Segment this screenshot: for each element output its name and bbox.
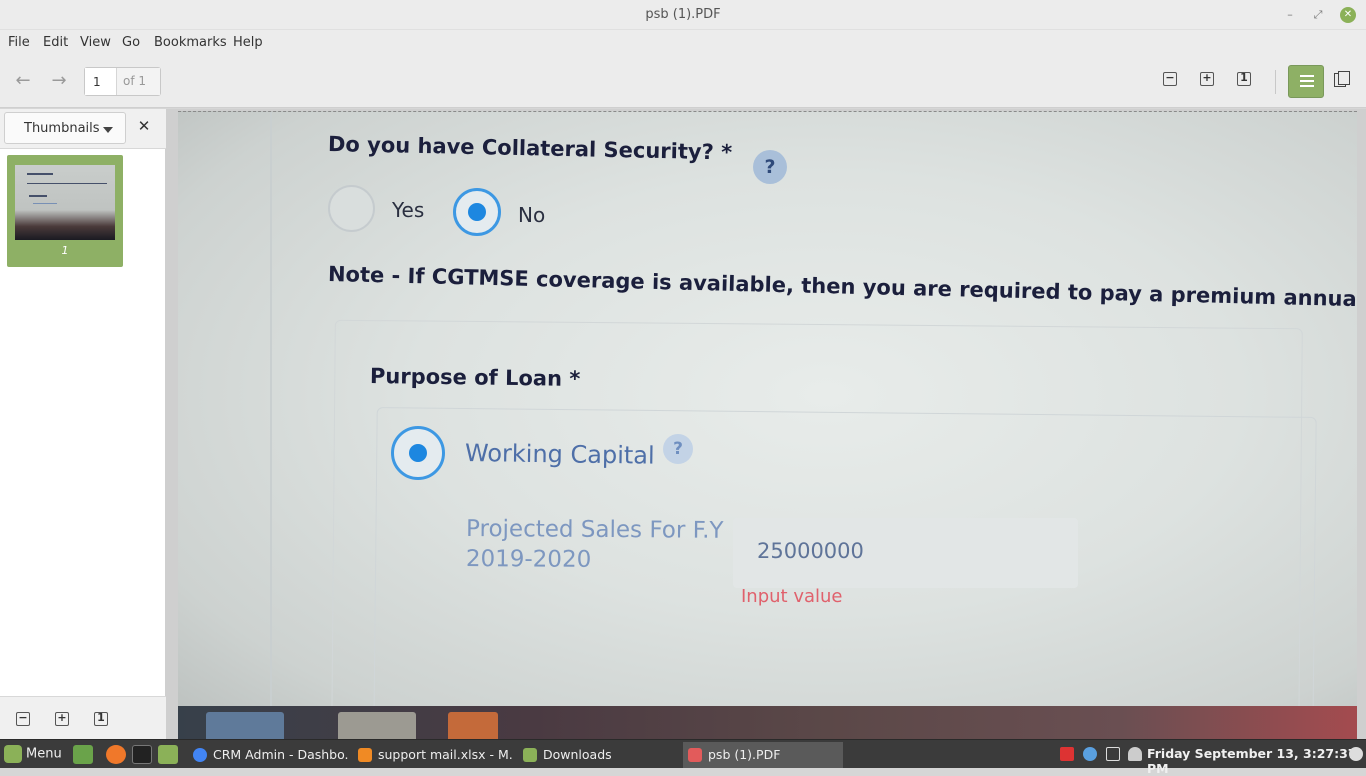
maximize-button[interactable]: ⤢ <box>1310 7 1326 23</box>
sidebar-view-select[interactable]: Thumbnails <box>4 112 126 144</box>
sidebar-footer: − + 1 <box>0 696 166 739</box>
start-menu-label: Menu <box>26 746 62 762</box>
thumbnail-zoom-in-icon[interactable]: + <box>55 712 69 726</box>
skype-icon[interactable] <box>1083 747 1097 761</box>
radio-yes-label: Yes <box>392 198 425 222</box>
dual-page-icon[interactable] <box>1334 71 1352 89</box>
radio-yes <box>328 185 375 232</box>
window-title: psb (1).PDF <box>645 7 721 22</box>
firefox-icon <box>358 748 372 762</box>
photo-folder-icon <box>338 712 416 739</box>
mint-logo-icon <box>4 745 22 763</box>
files-launcher-icon[interactable] <box>158 745 178 764</box>
task-downloads[interactable]: Downloads <box>518 742 678 768</box>
clock[interactable]: Friday September 13, 3:27:37 PM <box>1147 746 1366 776</box>
thumbnail-zoom-out-icon[interactable]: − <box>16 712 30 726</box>
radio-no-label: No <box>518 203 546 227</box>
menu-file[interactable]: File <box>8 35 30 50</box>
photo-firefox-icon <box>448 712 498 739</box>
photo-ie-icon <box>206 712 284 739</box>
back-arrow-icon[interactable]: ← <box>12 70 34 92</box>
continuous-view-icon <box>1300 75 1314 90</box>
close-button[interactable]: ✕ <box>1340 7 1356 23</box>
page-total-label: of 1 <box>117 68 160 95</box>
sidebar-close-icon[interactable]: ✕ <box>136 118 152 134</box>
projected-sales-value: 25000000 <box>757 539 864 563</box>
power-icon[interactable] <box>1349 747 1363 761</box>
minimize-button[interactable]: – <box>1282 7 1298 23</box>
task-label: Downloads <box>543 747 612 762</box>
photo-taskbar-strip <box>178 706 1357 739</box>
radio-working-capital-selected <box>391 426 445 480</box>
menu-go[interactable]: Go <box>122 35 140 50</box>
start-menu-button[interactable]: Menu <box>4 745 62 765</box>
projected-sales-line1: Projected Sales For F.Y <box>466 516 724 544</box>
sidebar-header: Thumbnails ✕ <box>0 109 166 149</box>
title-bar: psb (1).PDF – ⤢ ✕ <box>0 0 1366 30</box>
radio-no-selected <box>453 188 501 236</box>
task-label: CRM Admin - Dashbo... <box>213 747 348 762</box>
show-desktop-icon[interactable] <box>73 745 93 764</box>
page-number-input[interactable] <box>85 68 117 95</box>
toolbar-separator <box>1275 70 1276 94</box>
chrome-icon <box>193 748 207 762</box>
terminal-launcher-icon[interactable] <box>132 745 152 764</box>
thumbnail-image <box>15 165 115 240</box>
zoom-in-icon[interactable]: + <box>1200 72 1214 86</box>
menu-bookmarks[interactable]: Bookmarks <box>154 35 227 50</box>
firefox-launcher-icon[interactable] <box>106 745 126 764</box>
document-view[interactable]: Do you have Collateral Security? * ? Yes… <box>166 109 1366 739</box>
forward-arrow-icon[interactable]: → <box>48 70 70 92</box>
help-icon: ? <box>753 150 787 184</box>
task-support-mail[interactable]: support mail.xlsx - M... <box>353 742 513 768</box>
pdf-page: Do you have Collateral Security? * ? Yes… <box>178 111 1357 739</box>
task-label: psb (1).PDF <box>708 747 781 762</box>
continuous-view-button[interactable] <box>1288 65 1324 98</box>
menu-view[interactable]: View <box>80 35 111 50</box>
pdf-icon <box>688 748 702 762</box>
menu-bar: File Edit View Go Bookmarks Help <box>0 30 1366 56</box>
notifications-icon[interactable] <box>1106 747 1120 761</box>
chevron-down-icon <box>103 127 113 133</box>
task-label: support mail.xlsx - M... <box>378 747 513 762</box>
page-selector: of 1 <box>84 67 161 96</box>
purpose-of-loan-heading: Purpose of Loan * <box>369 364 581 391</box>
projected-sales-line2: 2019-2020 <box>465 545 592 573</box>
menu-edit[interactable]: Edit <box>43 35 68 50</box>
user-icon[interactable] <box>1128 747 1142 761</box>
projected-sales-label: Projected Sales For F.Y 2019-2020 <box>466 514 724 576</box>
shield-icon[interactable] <box>1060 747 1074 761</box>
working-capital-label: Working Capital <box>464 439 655 470</box>
sidebar-view-label: Thumbnails <box>24 121 100 136</box>
folder-icon <box>523 748 537 762</box>
thumbnail-actual-size-icon[interactable]: 1 <box>94 712 108 726</box>
zoom-out-icon[interactable]: − <box>1163 72 1177 86</box>
task-pdf-viewer[interactable]: psb (1).PDF <box>683 742 843 768</box>
input-error-text: Input value <box>741 586 843 607</box>
thumbnail-page-number: 1 <box>61 244 69 257</box>
toolbar: ← → of 1 − + 1 <box>0 56 1366 108</box>
page-thumbnail[interactable]: 1 <box>7 155 123 267</box>
sidebar: Thumbnails ✕ 1 − + 1 <box>0 109 166 739</box>
menu-help[interactable]: Help <box>233 35 263 50</box>
system-taskbar: Menu CRM Admin - Dashbo... support mail.… <box>0 739 1366 776</box>
actual-size-icon[interactable]: 1 <box>1237 72 1251 86</box>
help-icon-working-capital: ? <box>663 434 693 464</box>
task-crm-admin[interactable]: CRM Admin - Dashbo... <box>188 742 348 768</box>
